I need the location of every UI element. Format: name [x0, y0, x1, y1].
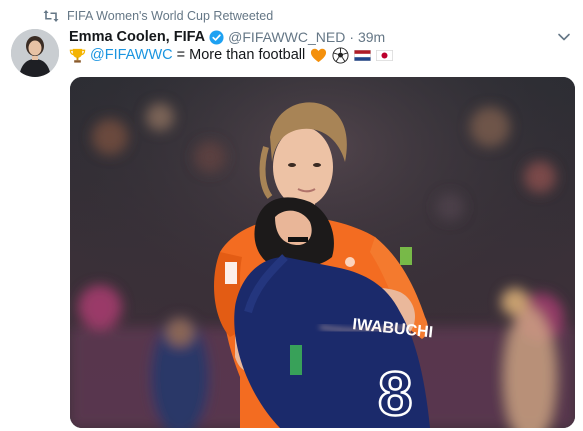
tweet-photo[interactable]: IWABUCHI 8	[70, 77, 575, 428]
retweet-icon	[43, 10, 59, 22]
soccer-ball-icon	[332, 46, 349, 64]
tweet-body-text: = More than football	[176, 47, 306, 63]
retweet-context: FIFA Women's World Cup Retweeted	[43, 8, 273, 24]
mention-link[interactable]: @FIFAWWC	[90, 47, 173, 63]
tweet-card[interactable]: FIFA Women's World Cup Retweeted Emma Co…	[0, 0, 583, 431]
orange-heart-icon	[311, 48, 327, 62]
tweet-timestamp[interactable]: 39m	[358, 29, 385, 45]
author-handle[interactable]: @FIFAWWC_NED	[228, 29, 345, 45]
trophy-icon	[69, 48, 86, 63]
author-display-name[interactable]: Emma Coolen, FIFA	[69, 29, 205, 45]
tweet-text: @FIFAWWC = More than football	[69, 45, 394, 65]
japan-flag-icon	[376, 49, 394, 61]
separator-dot: ·	[349, 29, 354, 45]
chevron-down-icon[interactable]	[557, 30, 571, 44]
verified-badge-icon	[209, 29, 224, 45]
tweet-header: Emma Coolen, FIFA @FIFAWWC_NED · 39m	[69, 28, 385, 46]
jersey-number: 8	[378, 360, 412, 428]
netherlands-flag-icon	[354, 49, 372, 61]
retweet-label[interactable]: FIFA Women's World Cup Retweeted	[67, 9, 273, 23]
avatar[interactable]	[11, 29, 59, 77]
